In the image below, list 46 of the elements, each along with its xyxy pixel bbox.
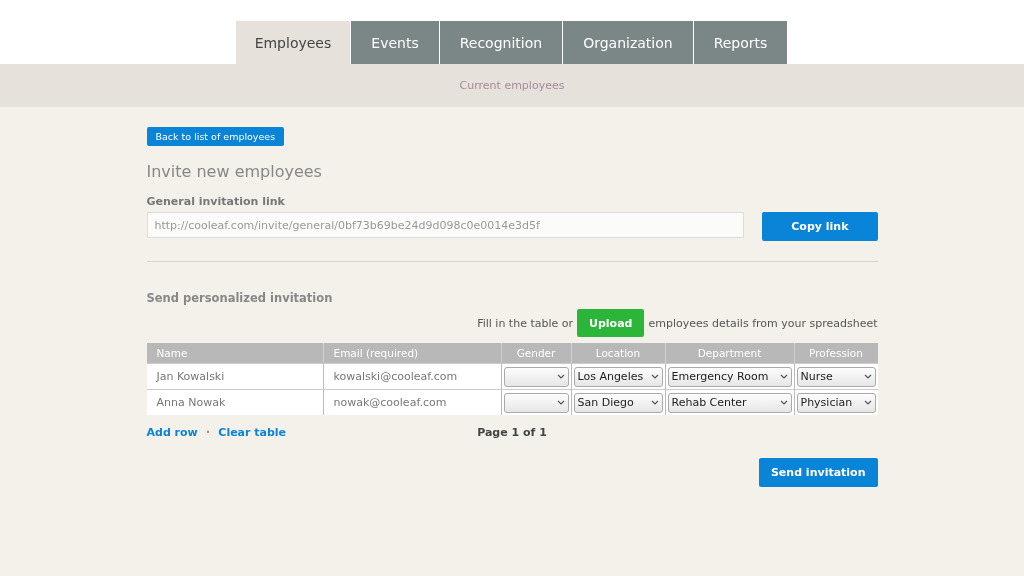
dropdown-field[interactable]: Nurse: [796, 366, 876, 387]
nav-tab[interactable]: Organization: [563, 21, 693, 64]
chevron-icon: [779, 400, 788, 405]
copy-link-button[interactable]: Copy link: [762, 212, 878, 241]
column-header: Name: [146, 343, 323, 363]
send-invitation-button[interactable]: Send invitation: [758, 458, 878, 487]
table-cell: nowak@cooleaf.com: [322, 389, 501, 415]
invitation-link-field[interactable]: http://cooleaf.com/invite/general/0bf73b69be24d9d098c0e0014e3d5f: [146, 212, 744, 238]
column-header: Location: [570, 343, 665, 363]
prompt-text: employees details from your spreadsheet: [648, 316, 878, 330]
dropdown-field[interactable]: San Diego: [573, 392, 663, 413]
chevron-icon: [650, 400, 659, 405]
nav-tab[interactable]: Reports: [693, 21, 788, 64]
chevron-icon: [863, 400, 872, 405]
upload-button[interactable]: Upload: [577, 309, 645, 337]
subnav-link[interactable]: Current employees: [459, 79, 565, 92]
nav-tab[interactable]: Employees: [235, 21, 351, 64]
dropdown-field[interactable]: [503, 392, 569, 413]
chevron-icon: [556, 400, 565, 405]
nav-tab[interactable]: Recognition: [439, 21, 563, 64]
dropdown-field[interactable]: Physician: [796, 392, 876, 413]
column-header: Gender: [500, 343, 571, 363]
dropdown-field[interactable]: Rehab Center: [667, 392, 792, 413]
field-label: General invitation link: [146, 195, 286, 208]
separator-dot: ·: [205, 425, 211, 439]
pagination-text: Page 1 of 1: [477, 425, 547, 439]
dropdown-field[interactable]: Los Angeles: [573, 366, 663, 387]
page-heading: Invite new employees: [146, 162, 323, 181]
table-cell: Anna Nowak: [146, 389, 323, 415]
dropdown-field[interactable]: Emergency Room: [667, 366, 792, 387]
chevron-icon: [779, 374, 788, 379]
section-heading: Send personalized invitation: [146, 291, 334, 305]
column-header: Email (required): [322, 343, 501, 363]
prompt-text: Fill in the table or: [477, 316, 574, 330]
clear-table-link[interactable]: Clear table: [218, 425, 287, 439]
add-row-link[interactable]: Add row: [146, 425, 198, 439]
column-header: Profession: [793, 343, 878, 363]
table-cell: kowalski@cooleaf.com: [322, 363, 501, 389]
chevron-icon: [556, 374, 565, 379]
chevron-icon: [650, 374, 659, 379]
nav-tab[interactable]: Events: [351, 21, 439, 64]
column-header: Department: [664, 343, 794, 363]
table-cell: Jan Kowalski: [146, 363, 323, 389]
back-button[interactable]: Back to list of employees: [146, 127, 285, 146]
chevron-icon: [863, 374, 872, 379]
dropdown-field[interactable]: [503, 366, 569, 387]
